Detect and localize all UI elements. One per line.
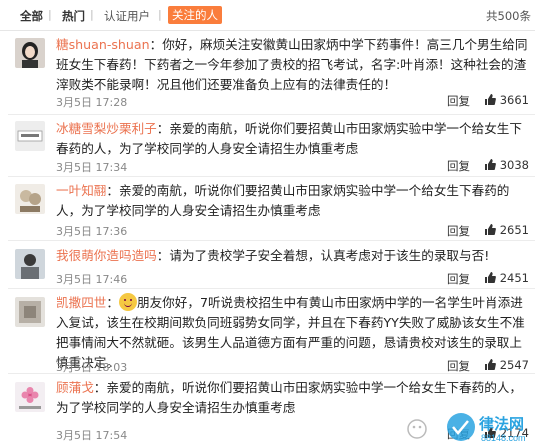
comment-text: ：请为了贵校学子安全着想，认真考虑对于该生的录取与否!: [156, 248, 490, 263]
like-button[interactable]: 2451: [484, 271, 529, 285]
like-count: 3661: [499, 93, 529, 107]
svg-text:律法网: 律法网: [478, 415, 524, 433]
svg-text:88148.com: 88148.com: [481, 433, 526, 443]
like-count: 3038: [499, 158, 529, 172]
reply-button[interactable]: 回复: [447, 158, 470, 174]
comment-item: 糖shuan-shuan：你好，麻烦关注安徽黄山田家炳中学下药事件！高三几个男生…: [0, 31, 535, 115]
tab-separator: |: [158, 8, 162, 21]
like-count: 2651: [499, 223, 529, 237]
thumbs-up-icon: [484, 159, 496, 170]
like-count: 2451: [499, 271, 529, 285]
username-link[interactable]: 凯撒四世: [56, 295, 106, 310]
comment-timestamp: 3月5日 17:28: [56, 96, 128, 109]
like-button[interactable]: 2651: [484, 223, 529, 237]
avatar[interactable]: [15, 184, 45, 214]
like-button[interactable]: 3661: [484, 93, 529, 107]
comment-item: 凯撒四世： 朋友你好，7听说贵校招生中有黄山市田家炳中学的一名学生叶肖添进入复试，…: [0, 289, 535, 374]
comment-item: 一叶知翮：亲爱的南航，听说你们要招黄山市田家炳实验中学一个给女生下春药的人，为了…: [0, 177, 535, 241]
avatar[interactable]: [15, 121, 45, 151]
comment-timestamp: 3月5日 17:46: [56, 273, 128, 286]
avatar[interactable]: [15, 249, 45, 279]
avatar[interactable]: [15, 297, 45, 327]
thumbs-up-icon: [484, 224, 496, 235]
tab-separator: |: [48, 8, 52, 21]
username-link[interactable]: 一叶知翮: [56, 183, 106, 198]
tab-verified[interactable]: 认证用户: [104, 8, 150, 24]
tab-all[interactable]: 全部: [20, 8, 43, 24]
tab-separator: |: [90, 8, 94, 21]
comment-timestamp: 3月5日 17:54: [56, 429, 128, 442]
thumbs-up-icon: [484, 272, 496, 283]
comment-count: 共500条: [486, 9, 531, 23]
username-link[interactable]: 糖shuan-shuan: [56, 37, 150, 52]
reply-button[interactable]: 回复: [447, 223, 470, 239]
comment-text: ：亲爱的南航，听说你们要招黄山市田家炳实验中学一个给女生下春药的人，为了学校同学…: [56, 183, 510, 218]
comment-item: 冰糖雪梨炒栗利子：亲爱的南航，听说你们要招黄山市田家炳实验中学一个给女生下春药的…: [0, 115, 535, 177]
thumbs-up-icon: [484, 94, 496, 105]
comment-timestamp: 3月5日 17:36: [56, 225, 128, 238]
avatar[interactable]: [15, 38, 45, 68]
thumbs-up-icon: [484, 359, 496, 370]
avatar[interactable]: [15, 382, 45, 412]
like-count: 2547: [499, 358, 529, 372]
like-button[interactable]: 2547: [484, 358, 529, 372]
username-link[interactable]: 顾蒲戈: [56, 380, 94, 395]
tab-hot[interactable]: 热门: [62, 8, 85, 24]
comment-item: 我很萌你造吗造吗：请为了贵校学子安全着想，认真考虑对于该生的录取与否! 3月5日…: [0, 241, 535, 289]
filter-tab-bar: 全部 | 热门 | 认证用户 | 关注的人 共500条: [0, 0, 535, 31]
username-link[interactable]: 我很萌你造吗造吗: [56, 248, 157, 263]
reply-button[interactable]: 回复: [447, 271, 470, 287]
tab-following[interactable]: 关注的人: [168, 6, 222, 24]
like-button[interactable]: 3038: [484, 158, 529, 172]
reply-button[interactable]: 回复: [447, 358, 470, 374]
username-link[interactable]: 冰糖雪梨炒栗利子: [56, 121, 157, 136]
smiley-emoji-icon: [118, 293, 137, 311]
reply-button[interactable]: 回复: [447, 93, 470, 109]
watermark-logo: 律法网 88148.com: [403, 409, 533, 445]
comment-timestamp: 3月5日 17:34: [56, 161, 128, 174]
